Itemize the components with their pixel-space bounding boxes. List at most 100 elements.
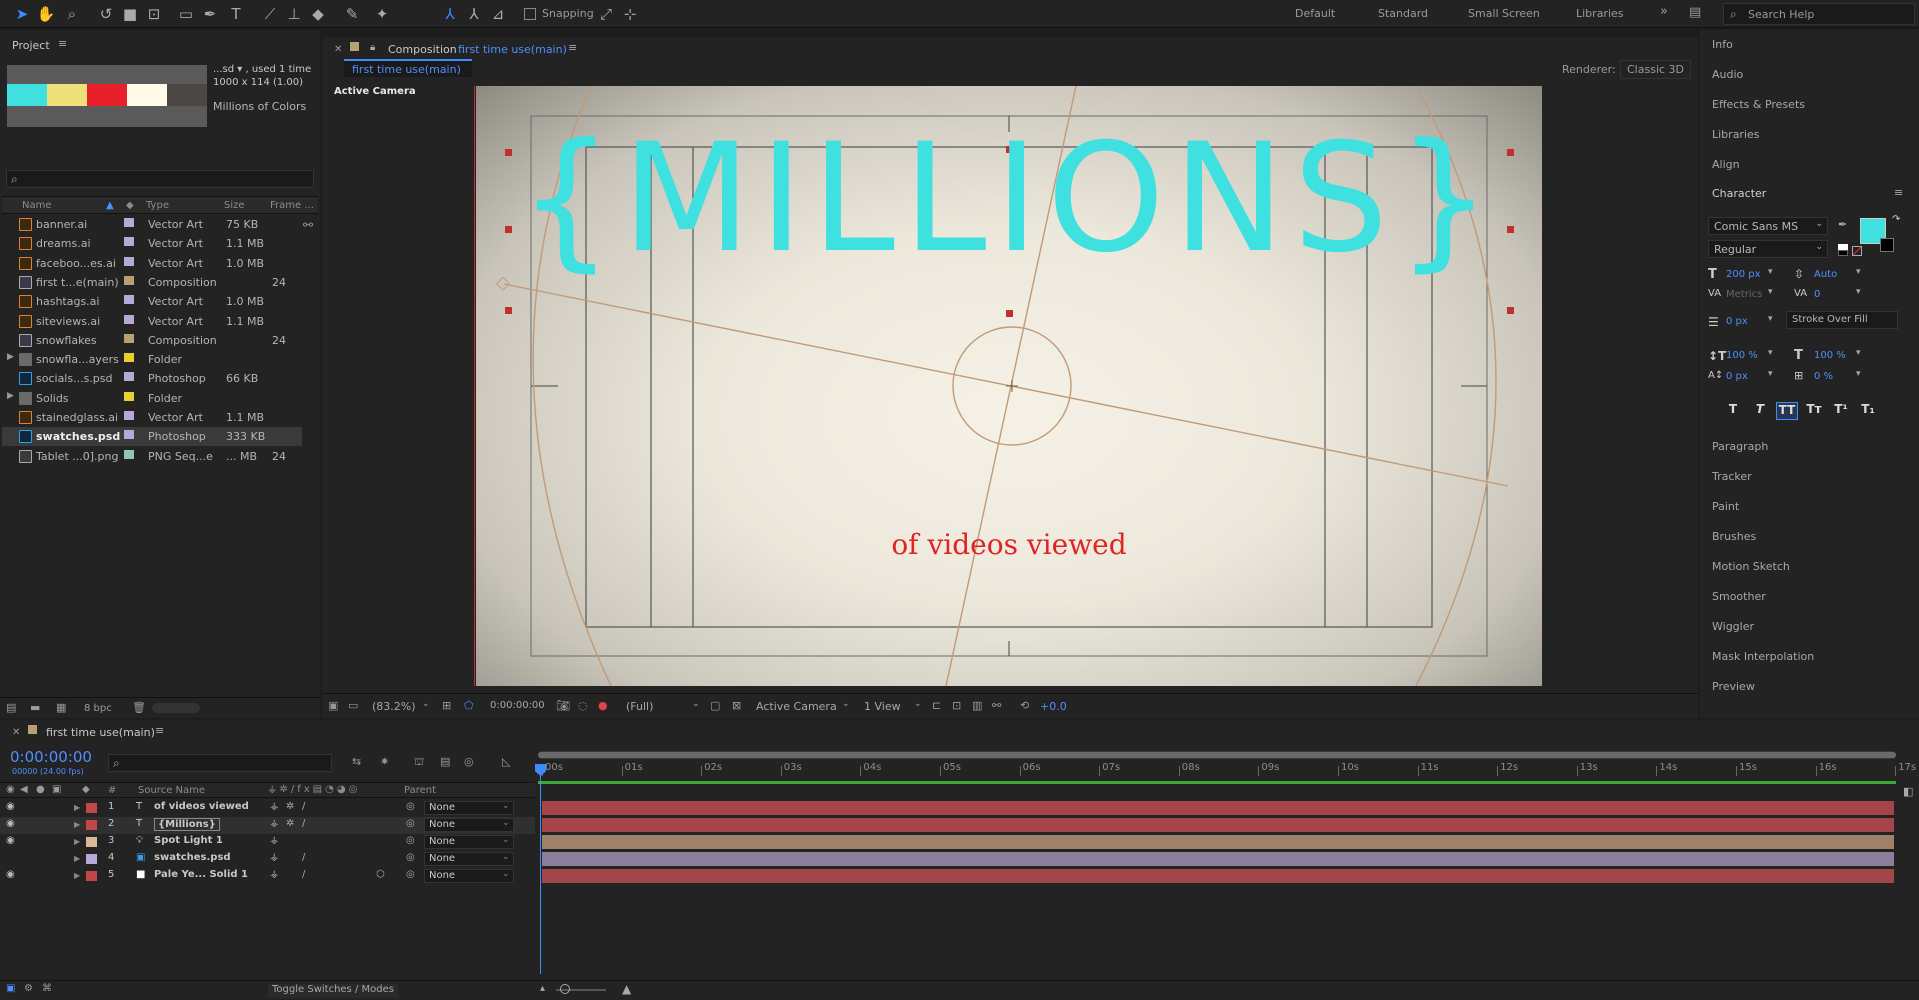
interpret-footage-icon[interactable]: ▤ (6, 702, 16, 713)
roto-brush-tool-icon[interactable]: ✎ (342, 4, 362, 24)
col-name[interactable]: Name (22, 200, 52, 211)
toggle-switches-modes-button[interactable]: Toggle Switches / Modes (268, 984, 398, 998)
font-family-dropdown[interactable]: Comic Sans MS ⌄ (1708, 217, 1828, 235)
in-out-icon[interactable]: ⌘ (42, 984, 52, 994)
panel-smoother[interactable]: Smoother (1712, 590, 1766, 603)
timeline-layer-row[interactable]: ◉ ▶ 1 Tof videos viewed ⚶ ✲ / ◎ None ⌄ (0, 800, 535, 817)
color-channels-icon[interactable]: ● (598, 700, 608, 711)
type-style-button[interactable]: Tт (1803, 402, 1825, 420)
parent-pickwhip-icon[interactable]: ◎ (406, 801, 415, 812)
project-item[interactable]: Tablet ...0].png PNG Seq...e ... MB 24 (2, 447, 302, 466)
swap-colors-icon[interactable]: ↷ (1892, 214, 1900, 225)
thumbnail-slider[interactable] (152, 703, 200, 713)
project-item[interactable]: siteviews.ai Vector Art 1.1 MB (2, 312, 302, 331)
project-item[interactable]: first t...e(main) Composition 24 (2, 273, 302, 292)
work-area-scroll[interactable] (538, 751, 1896, 759)
puppet-tool-icon[interactable]: ✦ (372, 4, 392, 24)
col-size[interactable]: Size (224, 200, 245, 211)
panel-menu-icon[interactable]: ≡ (58, 37, 67, 50)
layer-name[interactable]: {Millions} (154, 818, 220, 831)
resolution-dropdown[interactable]: (Full) (626, 700, 653, 713)
sync-settings-icon[interactable]: ▤ (1689, 5, 1701, 20)
visibility-eye-icon[interactable]: ◉ (6, 835, 15, 846)
parent-dropdown[interactable]: None (424, 818, 514, 832)
no-fill-swatch[interactable] (1852, 246, 1862, 256)
expand-arrow-icon[interactable]: ▶ (7, 352, 14, 362)
camera-view-dropdown[interactable]: Active Camera (756, 700, 837, 713)
collapse-switch-icon[interactable]: ✲ (286, 801, 294, 812)
rotate-tool-icon[interactable]: ↺ (96, 4, 116, 24)
parent-dropdown[interactable]: None (424, 801, 514, 815)
parent-pickwhip-icon[interactable]: ◎ (406, 869, 415, 880)
label-color[interactable] (124, 218, 134, 227)
shy-switch-icon[interactable]: ⚶ (270, 818, 279, 829)
flowchart-icon[interactable]: ⚯ (303, 218, 313, 232)
new-folder-icon[interactable]: ▬ (30, 702, 40, 713)
timeline-layer-row[interactable]: ◉ ▶ 3 💡︎ Spot Light 1 ⚶ ◎ None ⌄ (0, 834, 535, 851)
hide-shy-layers-icon[interactable]: ⛫ (414, 756, 424, 767)
tracking-value[interactable]: 0 (1814, 289, 1820, 300)
comp-mini-flowchart-icon[interactable]: ⇆ (352, 756, 361, 767)
comp-button-icon[interactable]: ◧ (1903, 785, 1913, 798)
rectangle-tool-icon[interactable]: ▭ (176, 4, 196, 24)
lock-icon[interactable]: 🔒︎ (370, 42, 375, 53)
expand-arrow-icon[interactable]: ▶ (74, 803, 80, 812)
search-help-input[interactable]: ⌕ Search Help (1723, 3, 1915, 25)
layer-label-color[interactable] (86, 803, 97, 813)
shy-switch-icon[interactable]: ⚶ (270, 869, 279, 880)
leading-value[interactable]: Auto (1814, 269, 1837, 280)
parent-dropdown[interactable]: None (424, 869, 514, 883)
label-color[interactable] (124, 353, 134, 363)
workspace-libraries[interactable]: Libraries (1576, 7, 1624, 20)
label-color[interactable] (124, 256, 134, 266)
layer-switches-icon[interactable]: ▣ (6, 984, 15, 994)
stroke-mode-dropdown[interactable]: Stroke Over Fill (1786, 311, 1898, 329)
visibility-eye-icon[interactable]: ◉ (6, 818, 15, 829)
label-color[interactable] (124, 237, 134, 247)
fast-previews-icon[interactable]: ⊡ (952, 700, 961, 711)
kerning-value[interactable]: Metrics (1726, 289, 1762, 300)
zoom-in-icon[interactable]: ▲ (622, 982, 631, 996)
viewer-timecode[interactable]: 0:00:00:00 (490, 700, 545, 711)
quality-switch-icon[interactable]: / (302, 818, 305, 829)
pen-tool-icon[interactable]: ✒ (200, 4, 220, 24)
project-item[interactable]: hashtags.ai Vector Art 1.0 MB (2, 292, 302, 311)
renderer-dropdown[interactable]: Classic 3D (1620, 60, 1692, 79)
label-color[interactable] (124, 314, 134, 324)
trash-icon[interactable]: 🗑 (132, 702, 146, 713)
camera-tool-icon[interactable]: ■ (120, 4, 140, 24)
snapshot-icon[interactable]: 📷︎ (556, 700, 570, 711)
panel-preview[interactable]: Preview (1712, 680, 1755, 693)
workspace-small-screen[interactable]: Small Screen (1468, 7, 1540, 20)
workspace-default[interactable]: Default (1295, 7, 1335, 20)
3d-layer-icon[interactable]: ⬡ (376, 869, 385, 880)
visibility-eye-icon[interactable]: ◉ (6, 801, 15, 812)
type-style-button[interactable]: T¹ (1830, 402, 1852, 420)
brush-tool-icon[interactable]: ⟋ (260, 4, 280, 24)
project-item[interactable]: ▶ snowfla...ayers Folder (2, 350, 302, 369)
layer-duration-bar[interactable] (542, 818, 1894, 832)
layer-duration-bar[interactable] (542, 869, 1894, 883)
type-style-button[interactable]: T (1749, 402, 1771, 420)
panel-libraries[interactable]: Libraries (1712, 128, 1760, 141)
col-source-name[interactable]: Source Name (138, 785, 205, 796)
timeline-layer-row[interactable]: ◉ ▶ 5 ■ Pale Ye... Solid 1 ⚶ / ⬡ ◎ None ⌄ (0, 868, 535, 885)
panel-paint[interactable]: Paint (1712, 500, 1739, 513)
collapse-switch-icon[interactable]: ✲ (286, 818, 294, 829)
frame-blending-icon[interactable]: ▤ (440, 756, 450, 767)
show-snapshot-icon[interactable]: ◌ (578, 700, 588, 711)
zoom-tool-icon[interactable]: ⌕ (62, 4, 82, 24)
exposure-value[interactable]: +0.0 (1040, 700, 1067, 713)
layer-label-color[interactable] (86, 820, 97, 830)
black-swatch[interactable] (1838, 250, 1848, 256)
layer-label-color[interactable] (86, 871, 97, 881)
timeline-icon[interactable]: ▥ (972, 700, 982, 711)
project-item[interactable]: swatches.psd Photoshop 333 KB (2, 427, 302, 447)
shy-switch-icon[interactable]: ⚶ (270, 801, 279, 812)
hand-tool-icon[interactable]: ✋ (36, 4, 56, 24)
shy-switch-icon[interactable]: ⚶ (270, 852, 279, 863)
layer-label-color[interactable] (86, 837, 97, 847)
tsume-value[interactable]: 0 % (1814, 371, 1833, 382)
project-item[interactable]: faceboo...es.ai Vector Art 1.0 MB (2, 254, 302, 273)
visibility-eye-icon[interactable]: ◉ (6, 869, 15, 880)
